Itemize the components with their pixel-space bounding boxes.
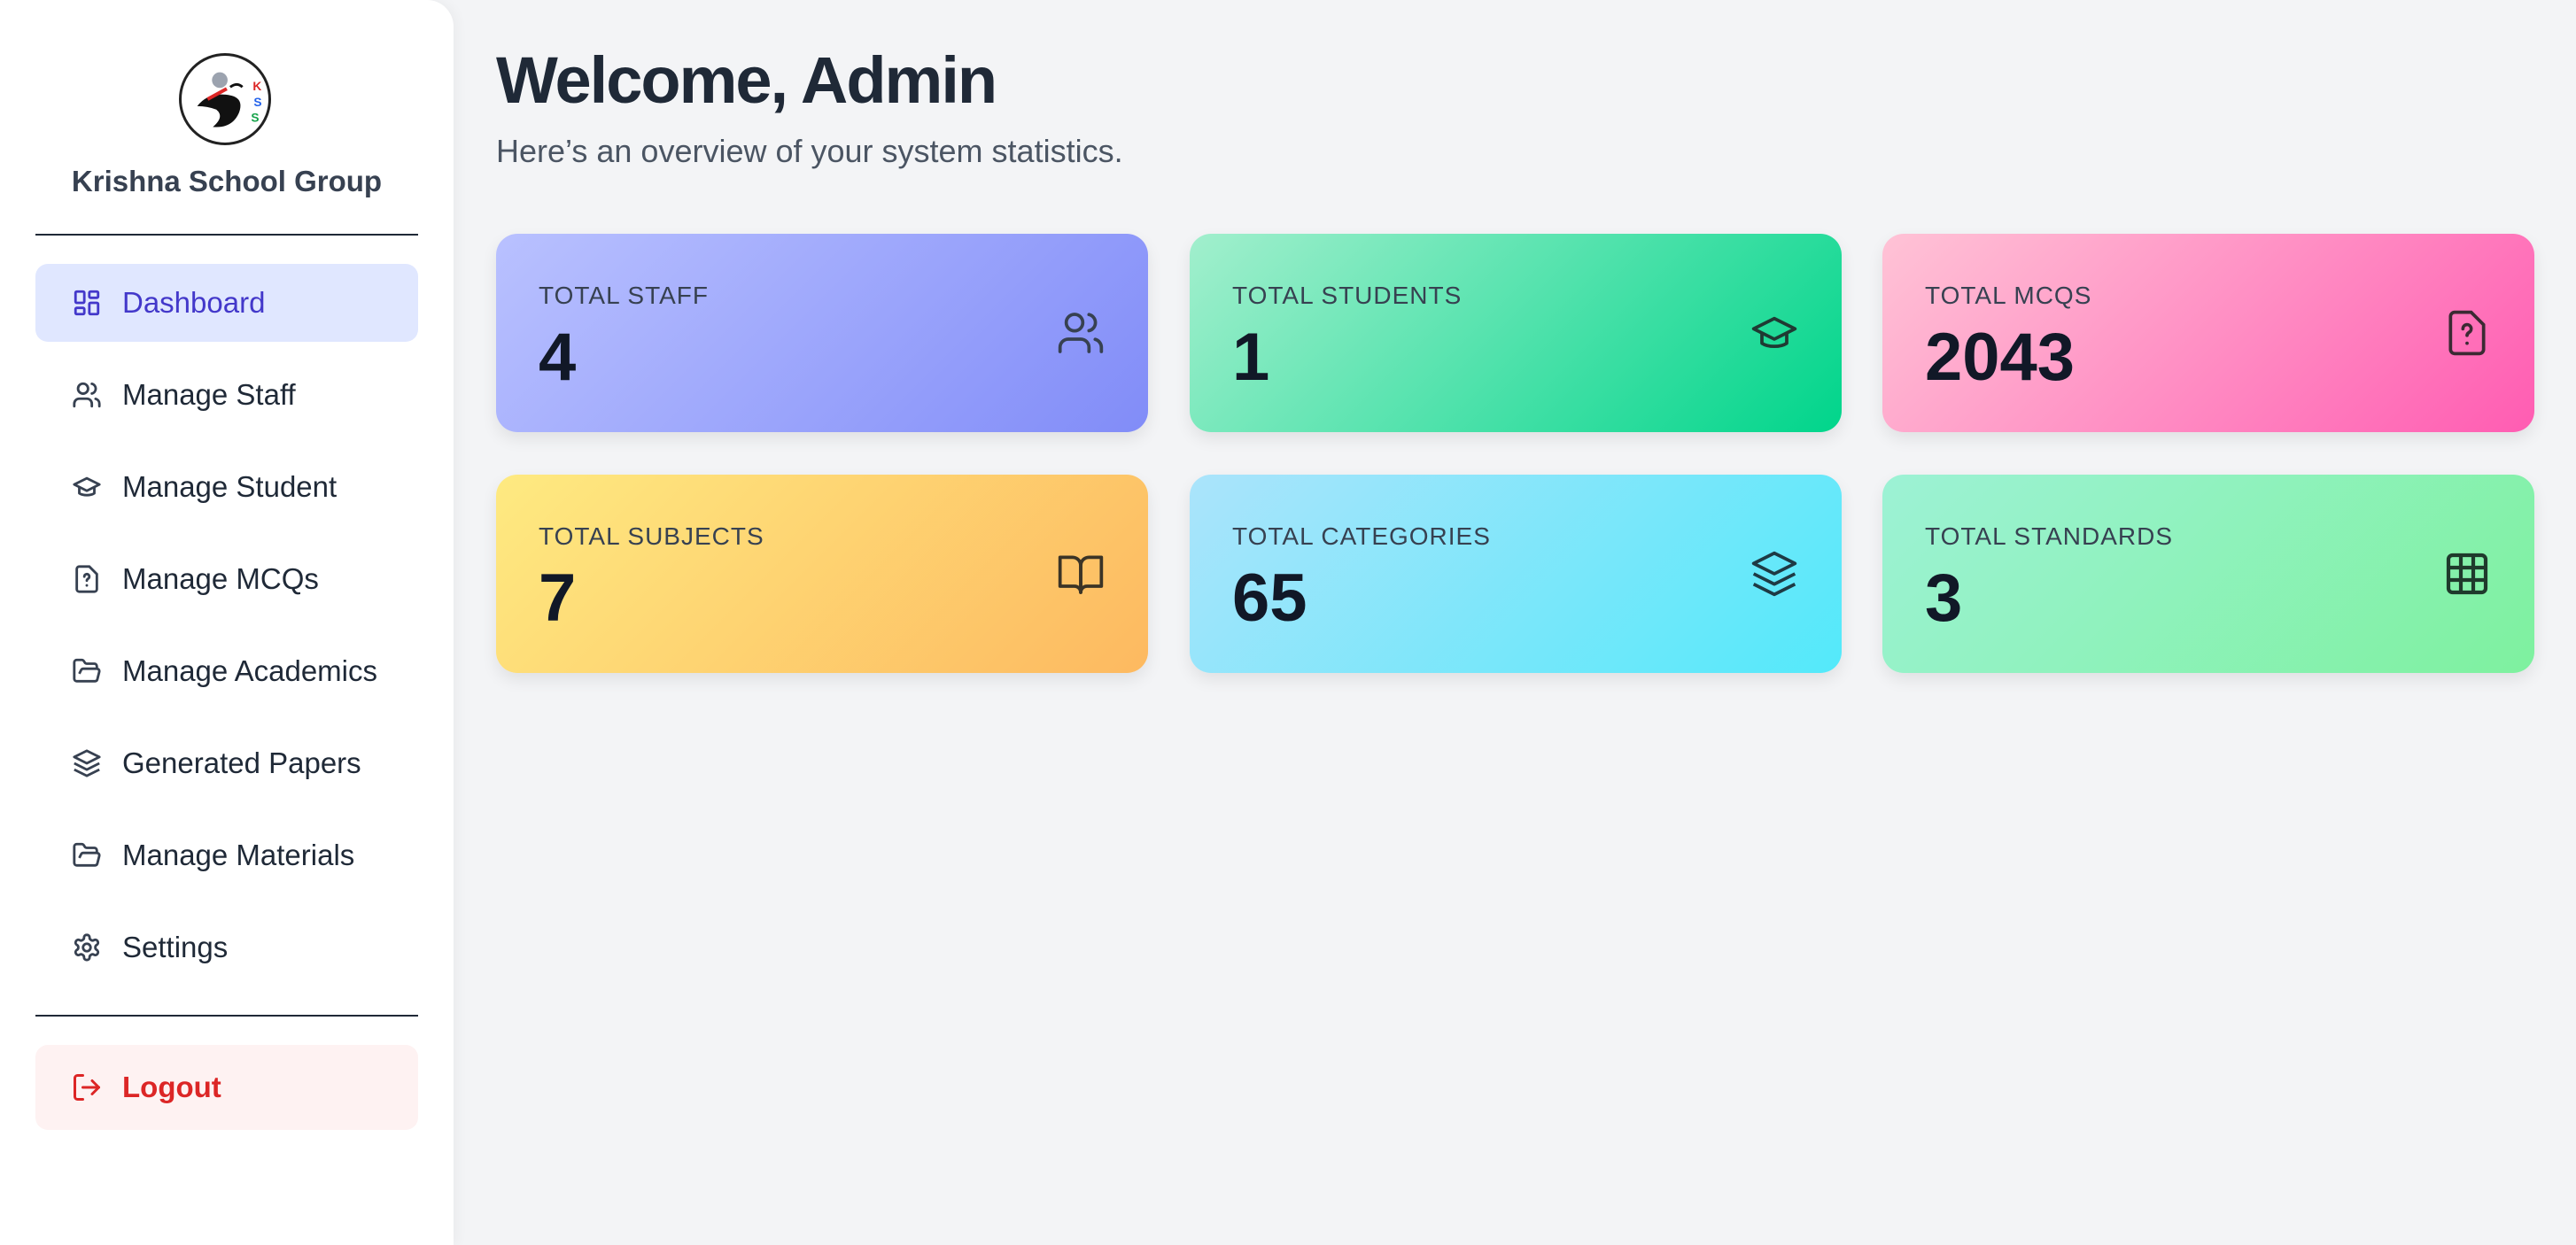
users-icon	[1056, 308, 1106, 358]
stat-label: TOTAL CATEGORIES	[1232, 522, 1491, 550]
question-file-icon	[71, 563, 103, 595]
graduation-cap-icon	[71, 471, 103, 503]
sidebar-item-settings[interactable]: Settings	[35, 909, 418, 986]
stat-value: 2043	[1925, 320, 2076, 395]
stat-card-total-students[interactable]: TOTAL STUDENTS 1	[1190, 234, 1842, 432]
stat-label: TOTAL STANDARDS	[1925, 522, 2174, 550]
sidebar: K S S Krishna School Group Dashboard Man…	[0, 0, 454, 1245]
sidebar-item-manage-academics[interactable]: Manage Academics	[35, 632, 418, 710]
stat-label: TOTAL MCQS	[1925, 282, 2092, 309]
stat-card-total-subjects[interactable]: TOTAL SUBJECTS 7	[496, 475, 1148, 673]
layers-icon	[1750, 549, 1799, 599]
sidebar-item-dashboard[interactable]: Dashboard	[35, 264, 418, 342]
sidebar-divider	[35, 1015, 418, 1017]
stat-value: 3	[1925, 561, 1963, 636]
stat-label: TOTAL STUDENTS	[1232, 282, 1463, 309]
sidebar-item-label: Manage Student	[122, 470, 338, 503]
sidebar-item-generated-papers[interactable]: Generated Papers	[35, 724, 418, 802]
open-book-icon	[1056, 549, 1106, 599]
logo-letter-k: K	[252, 80, 261, 93]
stat-value: 65	[1232, 561, 1307, 636]
stat-value: 4	[539, 320, 577, 395]
logout-label: Logout	[122, 1071, 221, 1103]
sidebar-item-manage-student[interactable]: Manage Student	[35, 448, 418, 526]
logo-letter-s: S	[253, 96, 261, 109]
stat-value: 1	[1232, 320, 1270, 395]
page-title: Welcome, Admin	[496, 43, 997, 117]
question-file-icon	[2442, 308, 2492, 358]
brand-name: Krishna School Group	[71, 165, 383, 197]
sidebar-item-manage-mcqs[interactable]: Manage MCQs	[35, 540, 418, 618]
folder-open-icon	[71, 655, 103, 687]
page-subtitle: Here’s an overview of your system statis…	[496, 133, 1123, 169]
sidebar-item-label: Manage Materials	[122, 839, 355, 871]
stat-card-total-categories[interactable]: TOTAL CATEGORIES 65	[1190, 475, 1842, 673]
stat-label: TOTAL SUBJECTS	[539, 522, 764, 550]
sidebar-item-label: Generated Papers	[122, 746, 361, 779]
graduation-cap-icon	[1750, 308, 1799, 358]
logo-letter-s-2: S	[251, 111, 259, 124]
stat-card-total-standards[interactable]: TOTAL STANDARDS 3	[1882, 475, 2534, 673]
grid-icon	[2442, 549, 2492, 599]
stat-label: TOTAL STAFF	[539, 282, 709, 309]
school-logo: K S S	[179, 53, 271, 145]
sidebar-item-label: Dashboard	[122, 286, 266, 319]
stat-value: 7	[539, 561, 577, 636]
sidebar-item-label: Manage MCQs	[122, 562, 319, 595]
sidebar-item-manage-materials[interactable]: Manage Materials	[35, 816, 418, 894]
sidebar-item-label: Manage Staff	[122, 378, 296, 411]
sidebar-divider	[35, 234, 418, 236]
logout-icon	[71, 1071, 103, 1103]
dashboard-icon	[71, 287, 103, 319]
stat-card-total-mcqs[interactable]: TOTAL MCQS 2043	[1882, 234, 2534, 432]
sidebar-item-label: Settings	[122, 931, 229, 963]
logout-button[interactable]: Logout	[35, 1045, 418, 1130]
users-icon	[71, 379, 103, 411]
sidebar-item-label: Manage Academics	[122, 654, 377, 687]
sidebar-item-manage-staff[interactable]: Manage Staff	[35, 356, 418, 434]
stat-card-total-staff[interactable]: TOTAL STAFF 4	[496, 234, 1148, 432]
gear-icon	[71, 932, 103, 963]
folder-open-icon	[71, 839, 103, 871]
layers-icon	[71, 747, 103, 779]
